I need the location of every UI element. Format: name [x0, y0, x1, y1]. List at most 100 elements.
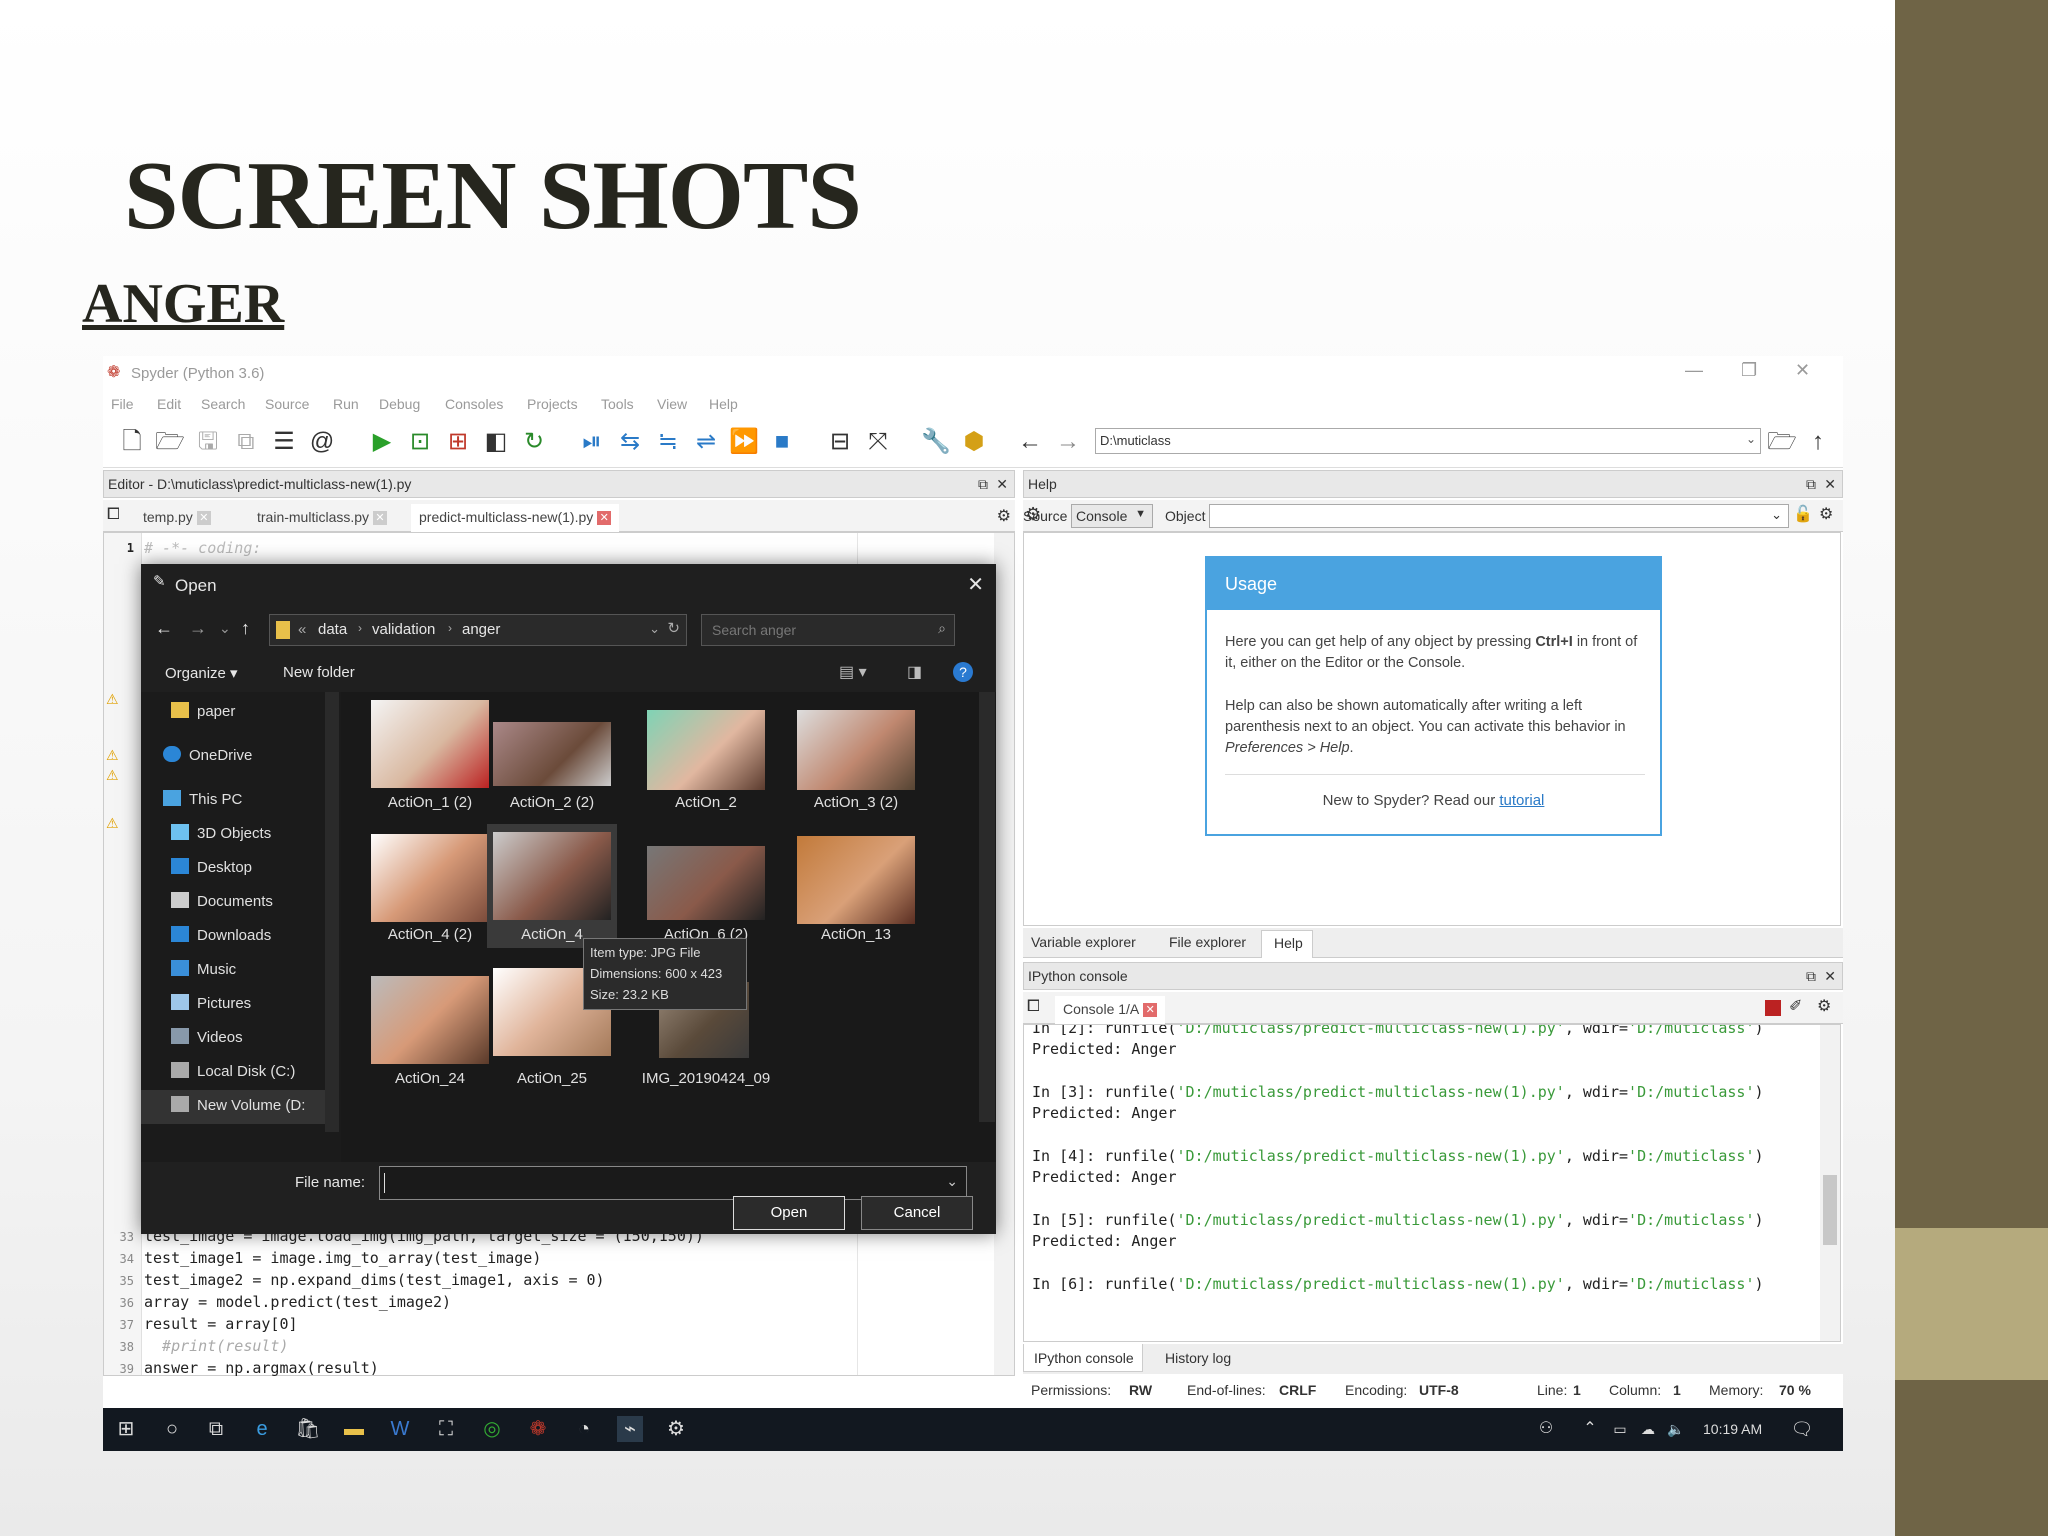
- cortana-icon[interactable]: ○: [159, 1416, 185, 1442]
- source-select[interactable]: Console ▼: [1071, 504, 1153, 528]
- close-dialog-button[interactable]: ✕: [967, 572, 984, 597]
- file-thumbnail[interactable]: [647, 846, 765, 920]
- file-thumbnail[interactable]: [493, 722, 611, 786]
- edge-browser-icon[interactable]: e: [249, 1416, 275, 1442]
- app-icon[interactable]: ◔: [571, 1416, 597, 1442]
- file-thumbnail[interactable]: [371, 976, 489, 1064]
- file-name[interactable]: ActiOn_2 (2): [477, 794, 627, 811]
- menu-file[interactable]: File: [111, 396, 134, 412]
- save-all-icon[interactable]: ⧉: [231, 427, 261, 457]
- forward-arrow-icon[interactable]: →: [189, 618, 207, 639]
- back-arrow-icon[interactable]: ←: [1015, 427, 1045, 457]
- nav-item-music[interactable]: Music: [171, 960, 236, 978]
- tab-variable-explorer[interactable]: Variable explorer: [1031, 934, 1136, 950]
- volume-icon[interactable]: 🔈: [1663, 1416, 1689, 1442]
- tab-history-log[interactable]: History log: [1165, 1350, 1231, 1366]
- up-folder-icon[interactable]: ↑: [241, 618, 250, 639]
- outline-icon[interactable]: ☰: [269, 427, 299, 457]
- help-options-gear-icon[interactable]: ⚙: [1819, 504, 1833, 524]
- open-button[interactable]: Open: [733, 1196, 845, 1230]
- nav-scrollbar[interactable]: [325, 692, 339, 1132]
- working-directory-input[interactable]: D:\muticlass ⌄: [1095, 428, 1761, 454]
- tutorial-link[interactable]: tutorial: [1499, 792, 1544, 809]
- clear-console-icon[interactable]: ✐: [1789, 996, 1802, 1016]
- console-output[interactable]: In [2]: runfile('D:/muticlass/predict-mu…: [1023, 1024, 1841, 1342]
- file-name[interactable]: ActiOn_2: [631, 794, 781, 811]
- file-name[interactable]: IMG_20190424_09: [631, 1070, 781, 1087]
- help-icon[interactable]: ?: [953, 662, 973, 682]
- stop-debug-icon[interactable]: ■: [767, 427, 797, 457]
- nav-item-videos[interactable]: Videos: [171, 1028, 243, 1046]
- browse-folder-icon[interactable]: 🗁: [1767, 427, 1797, 457]
- menu-tools[interactable]: Tools: [601, 396, 634, 412]
- app-icon[interactable]: ⛶: [433, 1416, 459, 1442]
- minimize-button[interactable]: —: [1685, 360, 1703, 381]
- breadcrumb-data[interactable]: data: [318, 621, 347, 638]
- file-name[interactable]: ActiOn_3 (2): [781, 794, 931, 811]
- nav-item-local-disk[interactable]: Local Disk (C:): [171, 1062, 295, 1080]
- close-tab-icon[interactable]: ✕: [373, 511, 388, 526]
- nav-item-paper[interactable]: paper: [171, 702, 235, 720]
- tab-help[interactable]: Help: [1261, 930, 1313, 958]
- tab-predict-multiclass[interactable]: predict-multiclass-new(1).py ✕: [411, 504, 620, 532]
- file-thumbnail[interactable]: [647, 710, 765, 790]
- undock-icon[interactable]: ⧉: [978, 471, 988, 497]
- open-file-icon[interactable]: 🗁: [155, 427, 185, 457]
- at-icon[interactable]: @: [307, 427, 337, 457]
- stop-kernel-icon[interactable]: [1765, 1000, 1781, 1016]
- menu-projects[interactable]: Projects: [527, 396, 578, 412]
- file-name[interactable]: ActiOn_25: [477, 1070, 627, 1087]
- task-view-icon[interactable]: ⧉: [203, 1416, 229, 1442]
- browse-tabs-icon[interactable]: ⧠: [1027, 998, 1040, 1016]
- menu-help[interactable]: Help: [709, 396, 738, 412]
- preview-pane-icon[interactable]: ◨: [907, 662, 922, 682]
- file-explorer-icon[interactable]: ▬: [341, 1416, 367, 1442]
- file-thumbnail[interactable]: [797, 710, 915, 790]
- breadcrumb-overflow[interactable]: «: [298, 621, 306, 638]
- tab-console-1a[interactable]: Console 1/A ✕: [1055, 996, 1166, 1024]
- save-icon[interactable]: 🖫: [193, 427, 223, 457]
- breadcrumb-anger[interactable]: anger: [462, 621, 500, 638]
- run-cell-advance-icon[interactable]: ⊞: [443, 427, 473, 457]
- word-icon[interactable]: W: [387, 1416, 413, 1442]
- app-icon[interactable]: ⚙: [663, 1416, 689, 1442]
- rerun-icon[interactable]: ↻: [519, 427, 549, 457]
- console-scrollbar[interactable]: [1820, 1025, 1840, 1341]
- fullscreen-icon[interactable]: ⤧: [863, 427, 893, 457]
- close-tab-icon[interactable]: ✕: [597, 511, 612, 526]
- console-options-gear-icon[interactable]: ⚙: [1817, 996, 1831, 1016]
- maximize-pane-icon[interactable]: ⊟: [825, 427, 855, 457]
- tab-ipython-console[interactable]: IPython console: [1023, 1344, 1143, 1372]
- tab-temp[interactable]: temp.py ✕: [135, 504, 219, 532]
- nav-item-desktop[interactable]: Desktop: [171, 858, 252, 876]
- new-folder-button[interactable]: New folder: [283, 664, 355, 681]
- forward-arrow-icon[interactable]: →: [1053, 427, 1083, 457]
- debug-icon[interactable]: ⏯: [577, 427, 607, 457]
- parent-directory-icon[interactable]: ↑: [1803, 427, 1833, 457]
- file-thumbnail[interactable]: [371, 834, 489, 922]
- refresh-icon[interactable]: ↻: [667, 619, 680, 637]
- people-icon[interactable]: ⚇: [1533, 1416, 1559, 1442]
- spyder-taskbar-icon[interactable]: ❁: [525, 1416, 551, 1442]
- browse-tabs-icon[interactable]: ⧠: [107, 506, 120, 524]
- app-icon[interactable]: ⌁: [617, 1416, 643, 1442]
- file-name[interactable]: ActiOn_13: [781, 926, 931, 943]
- run-selection-icon[interactable]: ◧: [481, 427, 511, 457]
- windows-start-icon[interactable]: ⊞: [113, 1416, 139, 1442]
- file-thumbnail[interactable]: [493, 832, 611, 920]
- nav-item-pictures[interactable]: Pictures: [171, 994, 251, 1012]
- search-input[interactable]: Search anger ⌕: [701, 614, 955, 646]
- undock-icon[interactable]: ⧉: [1806, 963, 1816, 989]
- nav-item-this-pc[interactable]: This PC: [163, 790, 242, 808]
- maximize-button[interactable]: ❐: [1741, 360, 1757, 381]
- battery-icon[interactable]: ▭: [1607, 1416, 1633, 1442]
- menu-edit[interactable]: Edit: [157, 396, 181, 412]
- filename-input[interactable]: ⌄: [379, 1166, 967, 1200]
- tab-train-multiclass[interactable]: train-multiclass.py ✕: [249, 504, 395, 532]
- organize-menu[interactable]: Organize ▾: [165, 664, 238, 682]
- menu-search[interactable]: Search: [201, 396, 245, 412]
- step-icon[interactable]: ⇆: [615, 427, 645, 457]
- notifications-icon[interactable]: 🗨: [1789, 1416, 1815, 1442]
- chevron-down-icon[interactable]: ⌄: [649, 621, 660, 637]
- view-options-icon[interactable]: ▤ ▾: [839, 662, 867, 682]
